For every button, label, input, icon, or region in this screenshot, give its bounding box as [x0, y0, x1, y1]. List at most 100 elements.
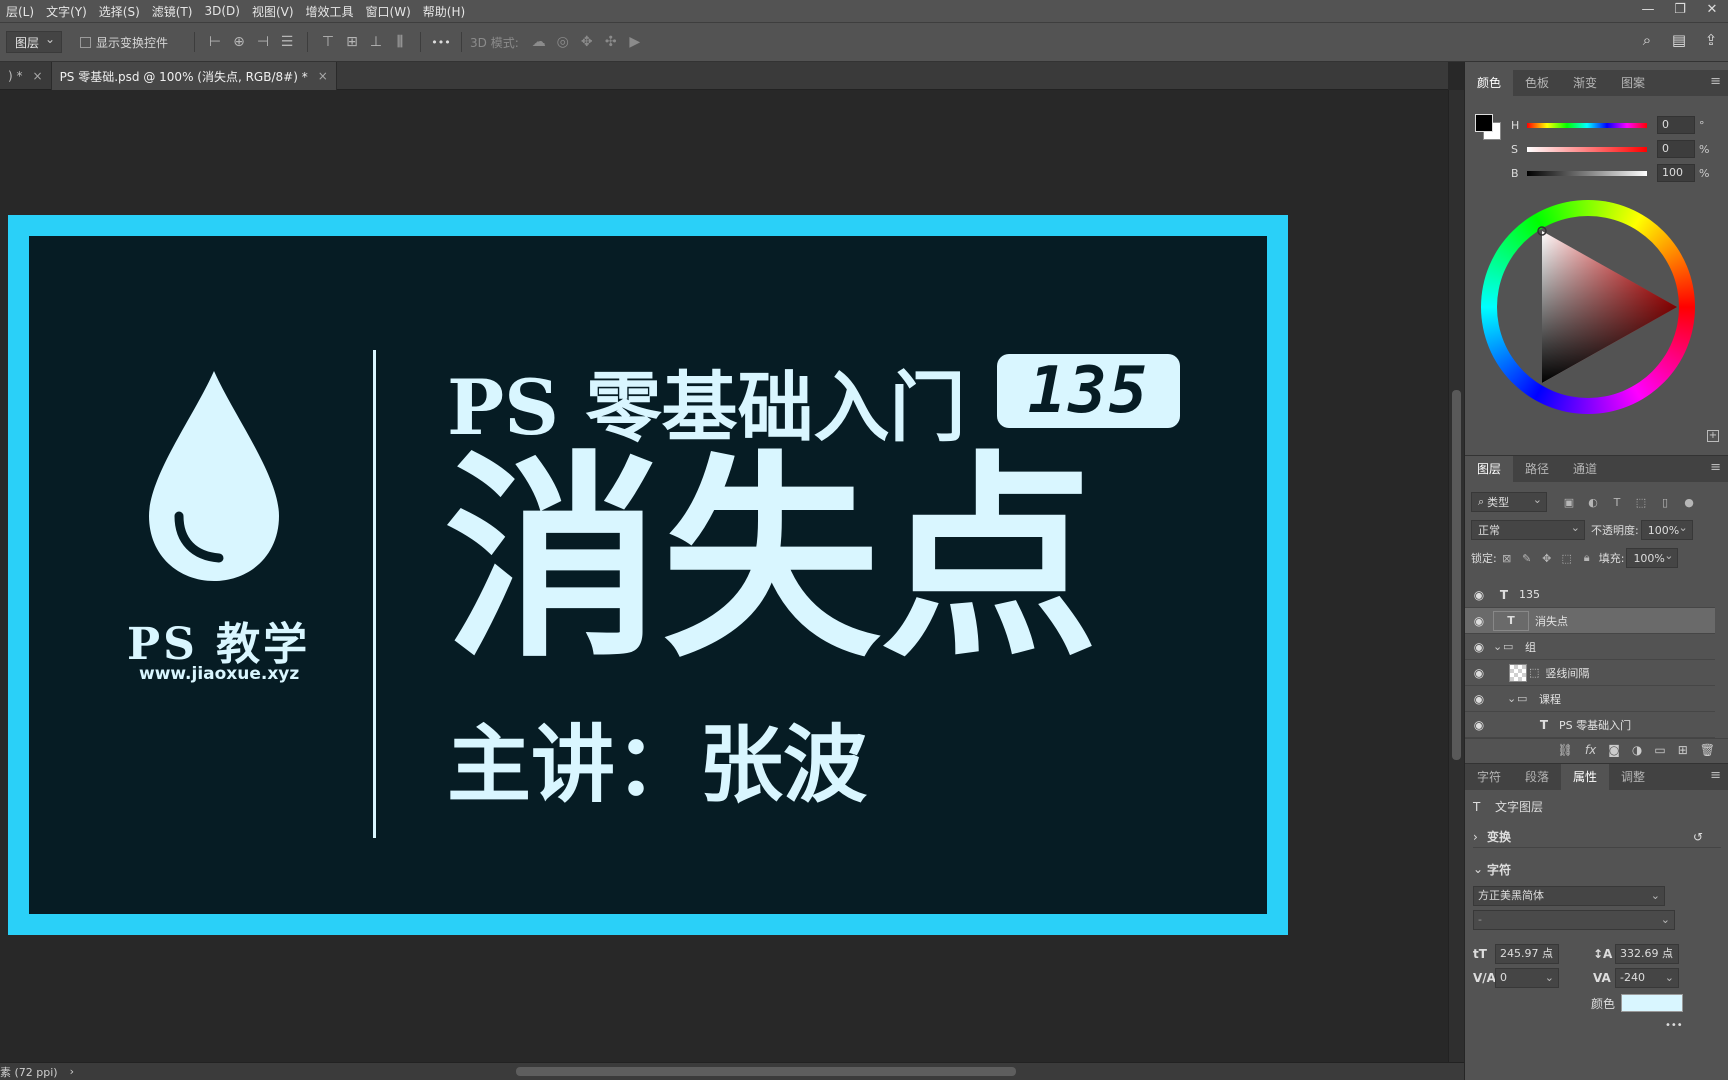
visibility-eye-icon[interactable]: ◉: [1465, 718, 1493, 732]
align-vcenter-icon[interactable]: ⊞: [340, 34, 364, 50]
pan-3d-icon[interactable]: ✥: [575, 34, 599, 50]
panel-menu-icon[interactable]: ≡: [1710, 460, 1721, 475]
layer-row[interactable]: ◉ ⌄ ▭ 组: [1465, 634, 1715, 660]
artboard[interactable]: PS 教学 www.jiaoxue.xyz PS 零基础入门 135 消失点 主…: [8, 215, 1288, 935]
link-layers-icon[interactable]: ⛓: [1558, 743, 1573, 757]
minimize-button[interactable]: —: [1632, 0, 1664, 22]
visibility-eye-icon[interactable]: ◉: [1465, 640, 1493, 654]
tracking-input[interactable]: -240: [1615, 968, 1679, 988]
tab-patterns[interactable]: 图案: [1609, 70, 1657, 96]
canvas-area[interactable]: PS 教学 www.jiaoxue.xyz PS 零基础入门 135 消失点 主…: [0, 90, 1448, 1062]
lock-transparent-icon[interactable]: ⊠: [1497, 552, 1517, 565]
new-layer-icon[interactable]: ⊞: [1678, 743, 1688, 757]
tab-layers[interactable]: 图层: [1465, 456, 1514, 482]
close-window-button[interactable]: ✕: [1696, 0, 1728, 22]
auto-select-dropdown[interactable]: 图层: [6, 31, 63, 53]
menu-window[interactable]: 窗口(W): [360, 3, 417, 20]
align-left-icon[interactable]: ⊢: [203, 34, 227, 50]
show-transform-checkbox[interactable]: [80, 36, 92, 48]
brightness-input[interactable]: 100: [1657, 164, 1695, 182]
layer-row[interactable]: ◉ ⌄ ▭ 课程: [1465, 686, 1715, 712]
roll-3d-icon[interactable]: ◎: [551, 34, 575, 50]
expand-chevron-icon[interactable]: ⌄: [1507, 692, 1517, 705]
add-swatch-icon[interactable]: +: [1707, 430, 1719, 442]
delete-layer-icon[interactable]: 🗑︎: [1700, 743, 1715, 757]
text-color-swatch[interactable]: [1621, 994, 1683, 1012]
document-tab-active[interactable]: PS 零基础.psd @ 100% (消失点, RGB/8#) * ×: [51, 62, 337, 90]
adjustment-layer-icon[interactable]: ◑: [1632, 743, 1642, 757]
new-group-icon[interactable]: ▭: [1654, 743, 1665, 757]
tab-close-icon[interactable]: ×: [318, 69, 328, 83]
visibility-eye-icon[interactable]: ◉: [1465, 614, 1493, 628]
opacity-input[interactable]: 100%: [1640, 520, 1693, 540]
font-size-input[interactable]: 245.97 点: [1495, 944, 1559, 964]
menu-view[interactable]: 视图(V): [246, 3, 300, 20]
menu-filter[interactable]: 滤镜(T): [146, 3, 199, 20]
tab-adjustments[interactable]: 调整: [1609, 764, 1657, 790]
distribute-vertical-icon[interactable]: ⫼: [388, 34, 412, 50]
lock-artboard-icon[interactable]: ⬚: [1557, 552, 1577, 565]
layer-row[interactable]: ◉ T PS 零基础入门: [1465, 712, 1715, 738]
tab-paths[interactable]: 路径: [1513, 456, 1561, 482]
brightness-slider[interactable]: [1527, 170, 1647, 176]
lock-move-icon[interactable]: ✥: [1537, 552, 1557, 565]
transform-section-header[interactable]: › 变换 ↺: [1473, 826, 1721, 848]
more-options-icon[interactable]: •••: [1665, 1020, 1683, 1031]
menu-type[interactable]: 文字(Y): [40, 3, 93, 20]
layer-filter-dropdown[interactable]: ⌕ 类型: [1471, 492, 1547, 512]
menu-select[interactable]: 选择(S): [93, 3, 146, 20]
fill-input[interactable]: 100%: [1626, 548, 1679, 568]
scroll-thumb[interactable]: [1452, 390, 1461, 760]
scroll-thumb[interactable]: [516, 1067, 1016, 1076]
share-icon[interactable]: ⇪: [1698, 31, 1724, 49]
saturation-input[interactable]: 0: [1657, 140, 1695, 158]
menu-plugins[interactable]: 增效工具: [300, 3, 360, 20]
more-options-icon[interactable]: •••: [429, 36, 453, 49]
tab-character[interactable]: 字符: [1465, 764, 1513, 790]
fx-icon[interactable]: fx: [1585, 743, 1596, 757]
font-style-dropdown[interactable]: -: [1473, 910, 1675, 930]
visibility-eye-icon[interactable]: ◉: [1465, 692, 1493, 706]
workspace-icon[interactable]: ▤: [1666, 31, 1692, 49]
tab-paragraph[interactable]: 段落: [1513, 764, 1561, 790]
filter-shape-icon[interactable]: ⬚: [1629, 496, 1653, 509]
foreground-color-swatch[interactable]: [1475, 114, 1493, 132]
align-right-icon[interactable]: ⊣: [251, 34, 275, 50]
lock-brush-icon[interactable]: ✎: [1517, 552, 1537, 565]
search-icon[interactable]: ⌕: [1634, 31, 1660, 49]
add-mask-icon[interactable]: ◙: [1608, 743, 1620, 757]
color-triangle[interactable]: [1497, 216, 1679, 398]
slide-3d-icon[interactable]: ✣: [599, 34, 623, 50]
tab-swatches[interactable]: 色板: [1513, 70, 1561, 96]
align-bottom-icon[interactable]: ⊥: [364, 34, 388, 50]
blend-mode-dropdown[interactable]: 正常: [1471, 520, 1585, 540]
tab-close-icon[interactable]: ×: [33, 69, 43, 83]
tab-gradients[interactable]: 渐变: [1561, 70, 1609, 96]
filter-type-icon[interactable]: T: [1605, 496, 1629, 509]
horizontal-scrollbar[interactable]: [96, 1066, 1456, 1077]
character-section-header[interactable]: ⌄ 字符: [1473, 858, 1721, 880]
font-family-dropdown[interactable]: 方正美黑简体: [1473, 886, 1665, 906]
expand-chevron-icon[interactable]: ⌄: [1493, 640, 1503, 653]
color-wheel[interactable]: [1481, 200, 1695, 414]
visibility-eye-icon[interactable]: ◉: [1465, 588, 1493, 602]
filter-image-icon[interactable]: ▣: [1557, 496, 1581, 509]
filter-adjust-icon[interactable]: ◐: [1581, 496, 1605, 509]
tab-color[interactable]: 颜色: [1465, 70, 1514, 96]
align-hcenter-icon[interactable]: ⊕: [227, 34, 251, 50]
orbit-3d-icon[interactable]: ☁: [527, 34, 551, 50]
reset-icon[interactable]: ↺: [1693, 830, 1703, 844]
filter-toggle-icon[interactable]: ●: [1677, 496, 1701, 509]
tab-properties[interactable]: 属性: [1561, 764, 1610, 790]
panel-menu-icon[interactable]: ≡: [1710, 74, 1721, 89]
lock-all-icon[interactable]: 🔒︎: [1577, 551, 1597, 565]
hue-slider[interactable]: [1527, 122, 1647, 128]
panel-menu-icon[interactable]: ≡: [1710, 768, 1721, 783]
layer-row[interactable]: ◉ ⬚ 竖线间隔: [1465, 660, 1715, 686]
document-tab-previous[interactable]: ) * ×: [0, 62, 52, 90]
menu-help[interactable]: 帮助(H): [417, 3, 471, 20]
kerning-input[interactable]: 0: [1495, 968, 1559, 988]
menu-layer[interactable]: 层(L): [0, 3, 40, 20]
layer-row[interactable]: ◉ T 135: [1465, 582, 1715, 608]
status-arrow-icon[interactable]: ›: [70, 1065, 74, 1078]
